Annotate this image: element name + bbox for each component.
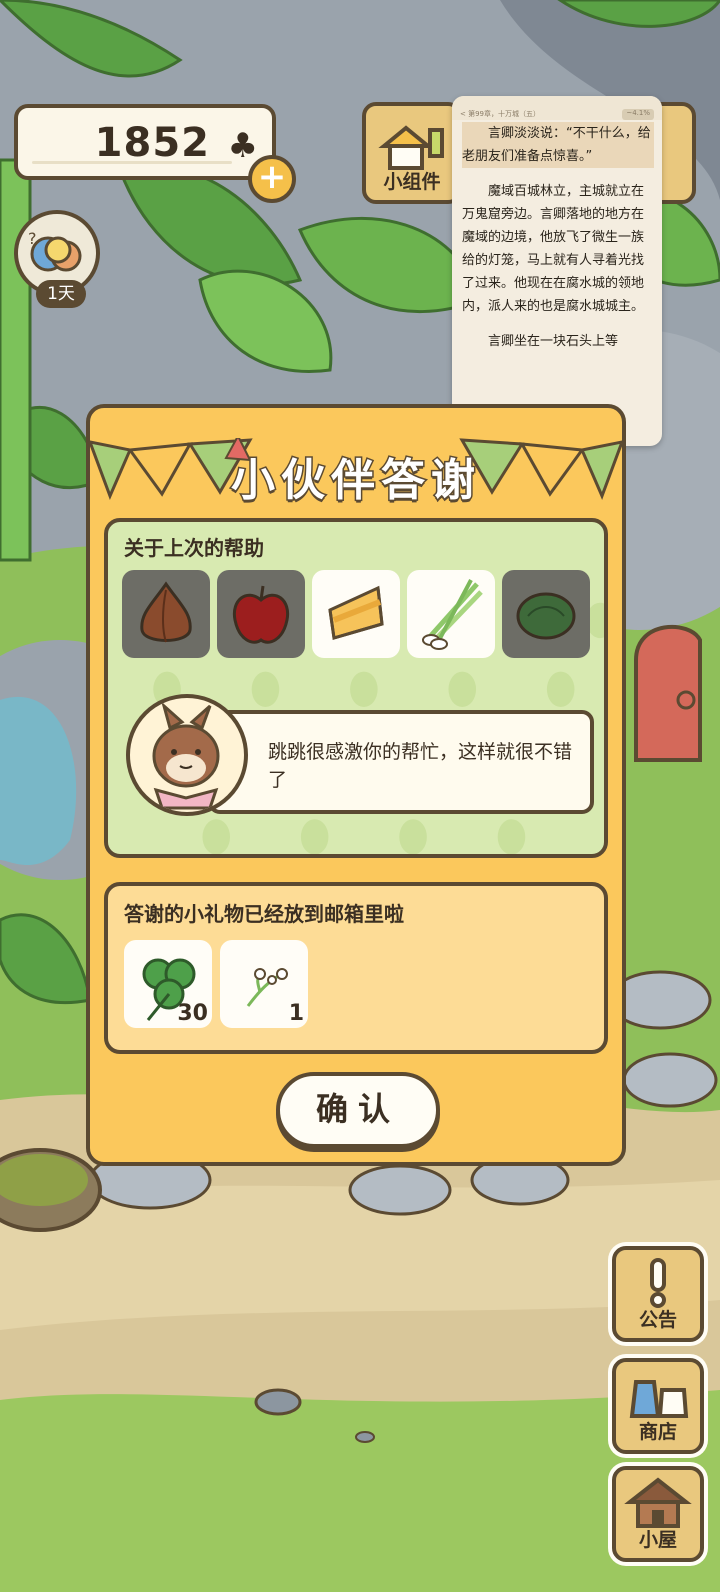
svg-text:?: ? [28, 229, 37, 248]
friend-message-row: 跳跳很感激你的帮忙，这样就很不错了 [126, 694, 594, 830]
cheese-icon [328, 585, 384, 640]
gift-row: 30 1 [124, 940, 308, 1028]
item-onion [122, 570, 210, 658]
green-onion-icon [422, 579, 483, 650]
shop-button[interactable]: 商店 [612, 1358, 704, 1454]
gift-flower-qty: 1 [288, 1001, 304, 1026]
item-cheese [312, 570, 400, 658]
squirrel-icon [152, 701, 220, 810]
apple-icon [232, 585, 290, 644]
gift-section: 答谢的小礼物已经放到邮箱里啦 30 1 [104, 882, 608, 1054]
gift-heading: 答谢的小礼物已经放到邮箱里啦 [124, 902, 404, 926]
clover-icon: ♣ [227, 126, 258, 166]
reader-floating-window[interactable]: < 第99章，十万城（五） ~4.1% 言卿淡淡说：“不干什么，给老朋友们准备点… [452, 96, 662, 446]
cabbage-icon [516, 592, 576, 640]
clover-counter: 1852 ♣ [14, 104, 276, 180]
item-row [122, 570, 590, 658]
travel-status-button[interactable]: ? 1天 [14, 210, 100, 308]
friend-message-text: 跳跳很感激你的帮忙，这样就很不错了 [268, 741, 573, 791]
dialog-title: 小伙伴答谢 [230, 454, 481, 508]
squirrel-avatar [126, 694, 248, 816]
house-label: 小屋 [638, 1529, 677, 1551]
help-section: 关于上次的帮助 跳跳很感激你的帮忙，这样就很不错了 [104, 518, 608, 858]
reader-header: < 第99章，十万城（五） ~4.1% [452, 96, 662, 120]
reader-chapter: < 第99章，十万城（五） [460, 110, 540, 118]
shop-bag-icon [629, 1380, 689, 1418]
item-apple [217, 570, 305, 658]
notice-button[interactable]: 公告 [612, 1246, 704, 1342]
widget-icon [378, 125, 444, 170]
reader-paragraph: 言卿淡淡说：“不干什么，给老朋友们准备点惊喜。” [462, 122, 654, 168]
onion-icon [140, 581, 192, 643]
widget-button[interactable]: 小组件 [362, 102, 462, 204]
gift-clover-qty: 30 [177, 1001, 208, 1026]
gift-flower-sprig: 1 [220, 940, 308, 1028]
house-button[interactable]: 小屋 [612, 1466, 704, 1562]
reader-paragraph: 言卿坐在一块石头上等 [488, 334, 619, 349]
item-green-onion [407, 570, 495, 658]
thanks-dialog: 小伙伴答谢 关于上次的帮助 跳跳很感激你的帮忙，这样就很不错了 答谢的小礼物已经… [86, 404, 626, 1166]
notice-label: 公告 [638, 1309, 677, 1331]
help-heading: 关于上次的帮助 [124, 536, 264, 560]
house-icon [624, 1477, 692, 1528]
gift-clover: 30 [124, 940, 212, 1028]
confirm-button[interactable]: 确认 [276, 1072, 440, 1148]
item-cabbage [502, 570, 590, 658]
shop-label: 商店 [638, 1421, 677, 1443]
reader-progress-chip: ~4.1% [622, 109, 654, 120]
travel-days: 1天 [36, 280, 86, 308]
clover-count: 1852 [94, 120, 210, 166]
add-clover-button[interactable]: + [248, 155, 296, 203]
widget-label: 小组件 [383, 171, 441, 193]
counter-underline [32, 161, 232, 164]
plus-icon: + [257, 157, 287, 197]
friend-message: 跳跳很感激你的帮忙，这样就很不错了 [208, 710, 594, 814]
reader-body: 言卿淡淡说：“不干什么，给老朋友们准备点惊喜。” 魔域百城林立，主城就立在万鬼窟… [452, 120, 662, 353]
reader-paragraph: 魔域百城林立，主城就立在万鬼窟旁边。言卿落地的地方在魔域的边境，他放飞了微生一族… [462, 184, 645, 314]
exclamation-icon [650, 1258, 666, 1308]
